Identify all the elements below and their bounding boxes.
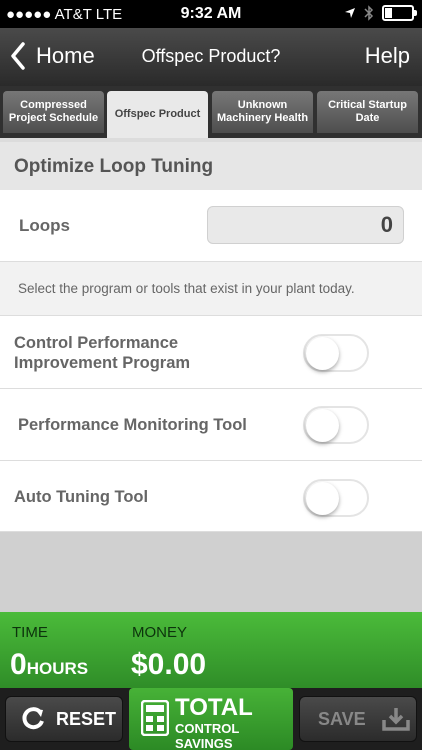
time-label: TIME (12, 624, 48, 641)
toggle-knob (306, 337, 339, 370)
time-value: 0 (10, 648, 27, 681)
toggle-control-performance[interactable] (303, 334, 369, 372)
location-arrow-icon (345, 8, 355, 18)
help-button[interactable]: Help (365, 43, 410, 69)
status-icons (344, 5, 417, 21)
reset-button[interactable]: RESET (5, 696, 123, 742)
option-row-control-performance: Control Performance Improvement Program (0, 316, 422, 389)
reset-icon (22, 707, 44, 730)
tab-bar: Compressed Project Schedule Offspec Prod… (0, 86, 422, 138)
tab-critical-startup-date[interactable]: Critical Startup Date (317, 91, 418, 133)
option-label-performance-monitoring: Performance Monitoring Tool (18, 416, 247, 434)
status-bar: ●●●●● AT&T LTE 9:32 AM (0, 0, 422, 28)
tab-compressed-project-schedule[interactable]: Compressed Project Schedule (3, 91, 104, 133)
loops-row: Loops 0 (0, 190, 422, 262)
total-sublabel: CONTROL SAVINGS (175, 721, 240, 751)
empty-area (0, 532, 422, 612)
instruction-text: Select the program or tools that exist i… (18, 281, 355, 296)
save-label: SAVE (318, 708, 366, 729)
money-value: $0.00 (131, 648, 207, 681)
tab-offspec-product[interactable]: Offspec Product (107, 91, 208, 138)
bluetooth-icon (364, 5, 374, 21)
navigation-bar: Home Offspec Product? Help (0, 28, 422, 86)
save-button[interactable]: SAVE (299, 696, 417, 742)
toggle-knob (306, 482, 339, 515)
instruction-note: Select the program or tools that exist i… (0, 262, 422, 316)
option-row-performance-monitoring: Performance Monitoring Tool (0, 389, 422, 461)
battery-icon (382, 5, 417, 21)
loops-input[interactable]: 0 (207, 206, 404, 244)
savings-panel: TIME 0HOURS MONEY $0.00 (0, 612, 422, 688)
bottom-toolbar: RESET TOTAL CONTROL SAVINGS SAVE (0, 688, 422, 751)
reset-label: RESET (56, 708, 117, 729)
option-label-auto-tuning: Auto Tuning Tool (14, 488, 149, 506)
section-header: Optimize Loop Tuning (0, 138, 422, 190)
toggle-performance-monitoring[interactable] (303, 406, 369, 444)
money-label: MONEY (132, 624, 188, 641)
time-value-group: 0HOURS (10, 648, 88, 682)
download-tray-icon (381, 708, 410, 731)
option-label-control-performance: Control Performance Improvement Program (14, 334, 191, 372)
page-title: Offspec Product? (141, 46, 281, 66)
option-row-auto-tuning: Auto Tuning Tool (0, 461, 422, 532)
toggle-knob (306, 409, 339, 442)
time-unit: HOURS (26, 659, 89, 678)
toggle-auto-tuning[interactable] (303, 479, 369, 517)
tab-unknown-machinery-health[interactable]: Unknown Machinery Health (212, 91, 313, 133)
total-label: TOTAL (175, 694, 253, 721)
section-title: Optimize Loop Tuning (14, 156, 214, 177)
calculator-icon (141, 700, 169, 736)
loops-label: Loops (19, 216, 70, 235)
total-savings-button[interactable]: TOTAL CONTROL SAVINGS (129, 688, 293, 751)
